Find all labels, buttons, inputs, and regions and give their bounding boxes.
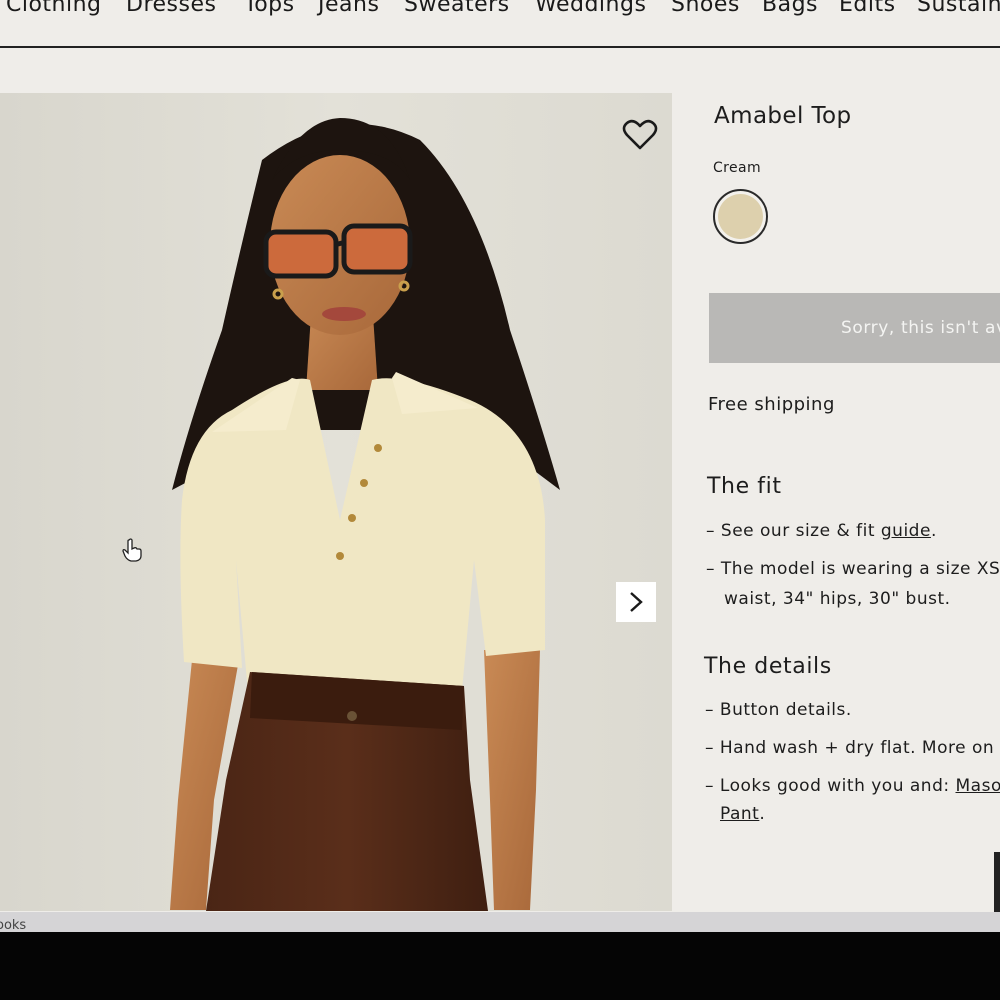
details-line-3: – Looks good with you and: Maso: [705, 772, 1000, 800]
nav-item-dresses[interactable]: Dresses: [126, 0, 216, 17]
monitor-bezel: [0, 932, 1000, 1000]
details-line-4: Pant.: [720, 800, 765, 828]
fit-line-3: waist, 34" hips, 30" bust.: [724, 589, 951, 609]
details-line-1: – Button details.: [705, 700, 852, 720]
fit-line-1-prefix: – See our size & fit: [706, 521, 881, 541]
nav-item-shoes[interactable]: Shoes: [671, 0, 740, 17]
swatch-color: [718, 194, 763, 239]
fit-heading: The fit: [707, 474, 782, 499]
pairing-link[interactable]: Maso: [956, 776, 1000, 796]
fit-line-1-suffix: .: [930, 521, 937, 541]
product-image[interactable]: [0, 93, 672, 911]
hand-pointer-icon: [122, 538, 144, 562]
next-image-button[interactable]: [616, 582, 656, 622]
details-line-3-prefix: – Looks good with you and:: [705, 776, 956, 796]
nav-item-clothing[interactable]: Clothing: [6, 0, 102, 17]
unavailable-label: Sorry, this isn't av: [841, 318, 1000, 338]
nav-item-weddings[interactable]: Weddings: [535, 0, 646, 17]
nav-item-edits[interactable]: Edits: [839, 0, 896, 17]
fit-line-2: – The model is wearing a size XS: [706, 559, 1000, 579]
color-swatch-cream[interactable]: [713, 189, 768, 244]
footer-text: ooks: [0, 918, 27, 933]
taskbar-strip: [0, 912, 1000, 934]
color-label: Cream: [713, 160, 762, 176]
nav-item-tops[interactable]: Tops: [244, 0, 295, 17]
chevron-right-icon: [630, 592, 643, 612]
nav-item-sweaters[interactable]: Sweaters: [404, 0, 510, 17]
fit-line-1: – See our size & fit guide.: [706, 517, 937, 545]
wishlist-heart-icon[interactable]: [622, 118, 658, 152]
product-title: Amabel Top: [714, 103, 852, 129]
main-nav: Clothing Dresses Tops Jeans Sweaters Wed…: [0, 0, 1000, 48]
edge-element: [994, 852, 1000, 914]
pant-link[interactable]: Pant: [720, 804, 759, 824]
details-heading: The details: [704, 654, 832, 679]
browser-viewport: Clothing Dresses Tops Jeans Sweaters Wed…: [0, 0, 1000, 930]
nav-item-bags[interactable]: Bags: [762, 0, 818, 17]
model-photo: [0, 93, 672, 911]
nav-item-jeans[interactable]: Jeans: [318, 0, 379, 17]
nav-divider: [0, 46, 1000, 48]
unavailable-button[interactable]: Sorry, this isn't av: [709, 293, 1000, 363]
nav-item-sustainability[interactable]: Sustain: [917, 0, 1000, 17]
shipping-info: Free shipping: [708, 394, 835, 415]
size-guide-link[interactable]: guide: [881, 521, 931, 541]
details-line-2: – Hand wash + dry flat. More on: [705, 738, 995, 758]
details-line-4-suffix: .: [759, 804, 766, 824]
